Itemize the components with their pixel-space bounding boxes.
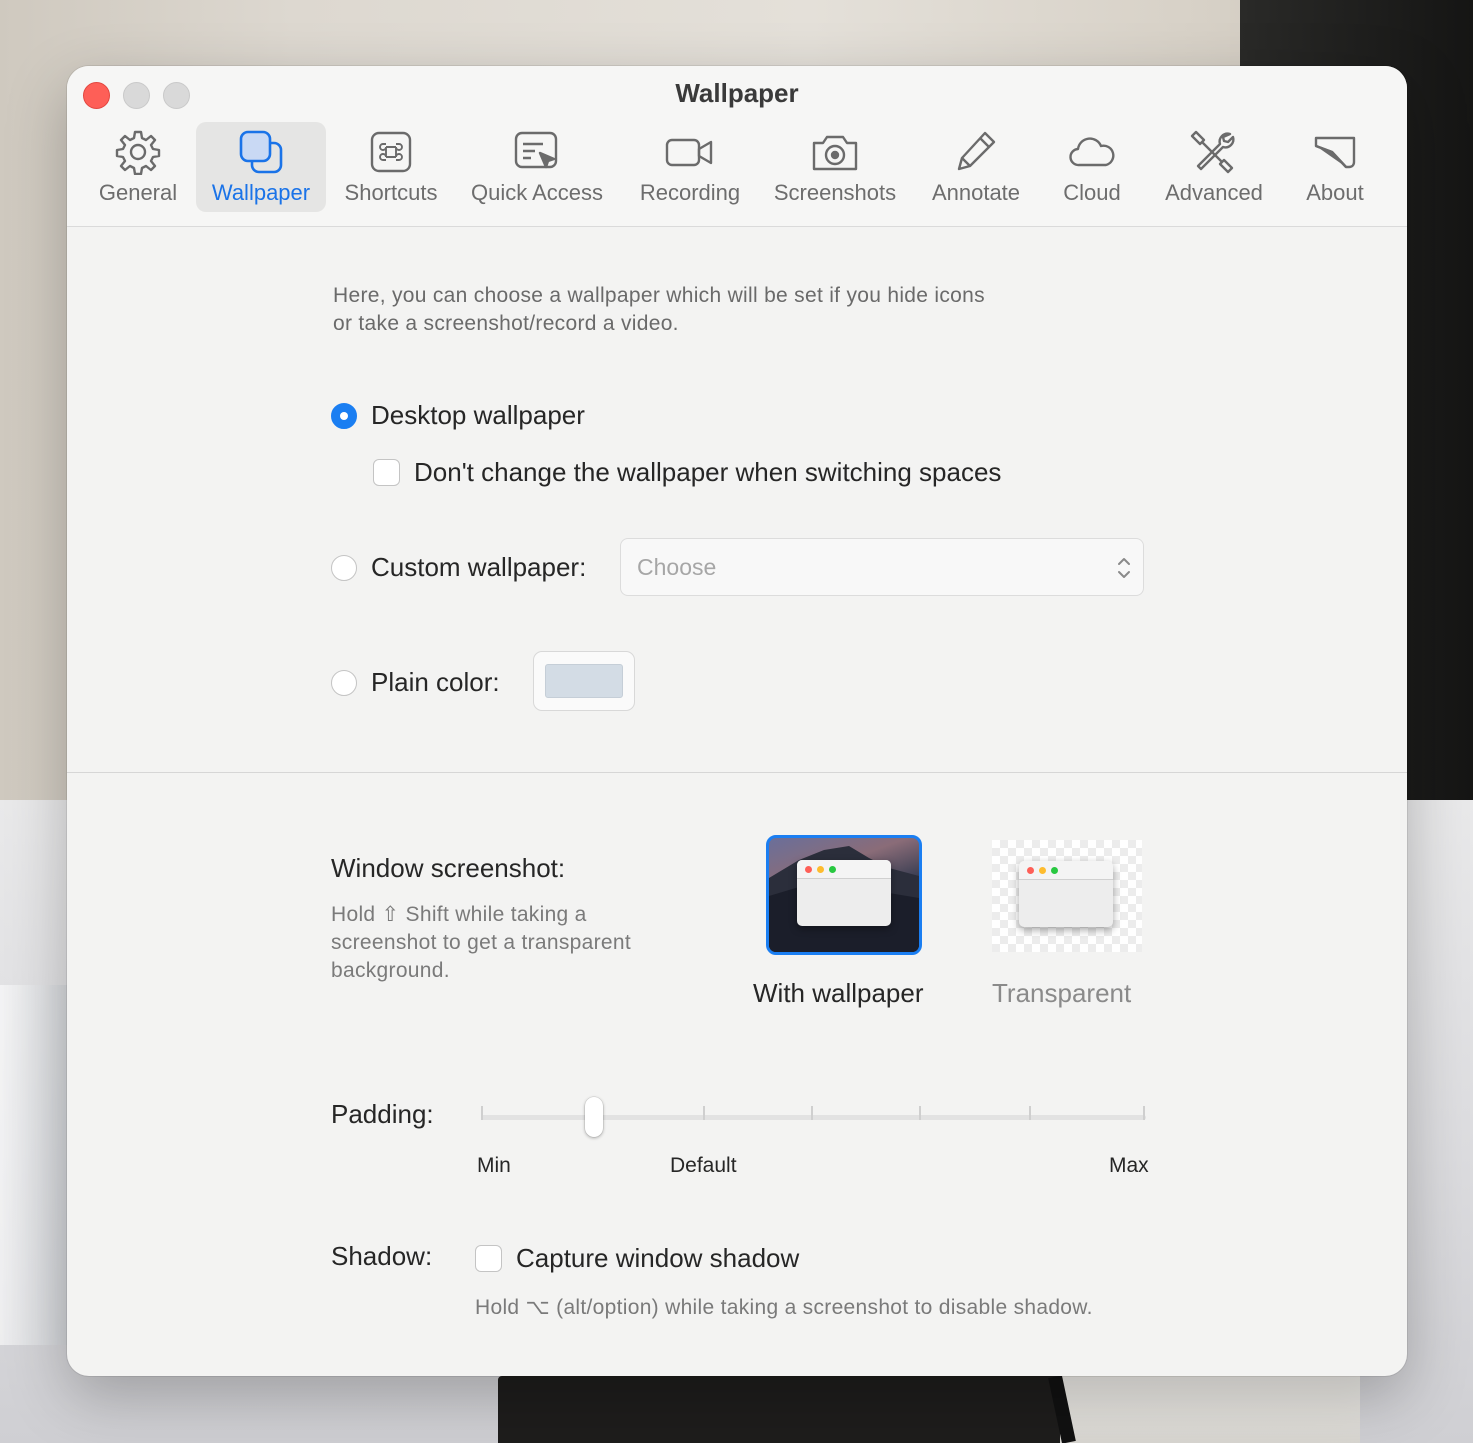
shadow-label: Shadow: bbox=[331, 1241, 433, 1271]
cloud-icon bbox=[1067, 128, 1117, 176]
slider-min-label: Min bbox=[477, 1154, 511, 1177]
background-book bbox=[498, 1376, 1360, 1443]
plain-color-radio[interactable] bbox=[331, 669, 357, 696]
tab-general[interactable]: General bbox=[90, 122, 186, 212]
with-wallpaper-thumbnail[interactable] bbox=[766, 835, 922, 955]
transparent-thumbnail[interactable] bbox=[992, 840, 1142, 952]
tab-wallpaper[interactable]: Wallpaper bbox=[196, 122, 326, 212]
window-screenshot-hint: Hold ⇧ Shift while taking a screenshot t… bbox=[331, 903, 631, 982]
desktop-wallpaper-label: Desktop wallpaper bbox=[371, 400, 585, 430]
mini-window-preview bbox=[1019, 861, 1113, 927]
tab-cloud[interactable]: Cloud bbox=[1051, 122, 1133, 212]
window-screenshot-section: Window screenshot: Hold ⇧ Shift while ta… bbox=[67, 773, 1407, 1376]
tools-icon bbox=[1189, 128, 1239, 176]
overlapping-squares-icon bbox=[236, 128, 286, 176]
chevron-updown-icon bbox=[1118, 558, 1130, 578]
slider-default-label: Default bbox=[670, 1154, 737, 1177]
slider-tick bbox=[1029, 1106, 1031, 1120]
tab-label: General bbox=[98, 180, 178, 205]
tab-shortcuts[interactable]: Shortcuts bbox=[335, 122, 447, 212]
titlebar: Wallpaper General Wallpaper Shortcuts Qu… bbox=[67, 66, 1407, 227]
slider-track bbox=[481, 1115, 1146, 1120]
padding-label: Padding: bbox=[331, 1099, 434, 1129]
with-wallpaper-caption[interactable]: With wallpaper bbox=[753, 978, 924, 1009]
tab-quick-access[interactable]: Quick Access bbox=[463, 122, 611, 212]
tab-recording[interactable]: Recording bbox=[633, 122, 747, 212]
tab-label: Recording bbox=[639, 180, 741, 205]
pencil-icon bbox=[951, 128, 1001, 176]
tab-label: Cloud bbox=[1063, 180, 1121, 205]
slider-tick bbox=[1143, 1106, 1145, 1120]
tab-label: Screenshots bbox=[773, 180, 897, 205]
tab-label: Wallpaper bbox=[211, 180, 311, 205]
tab-label: Quick Access bbox=[470, 180, 604, 205]
wallpaper-section: Here, you can choose a wallpaper which w… bbox=[67, 227, 1407, 772]
background-glass bbox=[0, 985, 74, 1345]
slider-max-label: Max bbox=[1109, 1154, 1149, 1177]
desktop-wallpaper-option[interactable]: Desktop wallpaper bbox=[331, 400, 585, 431]
capture-shadow-option[interactable]: Capture window shadow bbox=[475, 1243, 799, 1274]
padding-slider[interactable] bbox=[481, 1097, 1146, 1137]
tab-annotate[interactable]: Annotate bbox=[925, 122, 1027, 212]
quick-access-icon bbox=[512, 128, 562, 176]
slider-tick bbox=[481, 1106, 483, 1120]
shadow-hint: Hold ⌥ (alt/option) while taking a scree… bbox=[475, 1296, 1093, 1319]
plain-color-label: Plain color: bbox=[371, 667, 500, 697]
tab-advanced[interactable]: Advanced bbox=[1155, 122, 1273, 212]
slider-knob[interactable] bbox=[585, 1097, 603, 1137]
dont-change-option[interactable]: Don't change the wallpaper when switchin… bbox=[373, 457, 1001, 488]
tab-screenshots[interactable]: Screenshots bbox=[767, 122, 903, 212]
tab-label: Advanced bbox=[1165, 180, 1263, 205]
slider-tick bbox=[811, 1106, 813, 1120]
color-swatch bbox=[545, 664, 623, 698]
gear-icon bbox=[113, 128, 163, 176]
video-camera-icon bbox=[665, 128, 715, 176]
preferences-toolbar: General Wallpaper Shortcuts Quick Access… bbox=[67, 122, 1407, 214]
custom-wallpaper-radio[interactable] bbox=[331, 554, 357, 581]
tab-label: Shortcuts bbox=[344, 180, 438, 205]
mini-window-preview bbox=[797, 860, 891, 926]
plain-color-option[interactable]: Plain color: bbox=[331, 667, 500, 698]
tab-about[interactable]: About bbox=[1295, 122, 1375, 212]
slider-tick bbox=[703, 1106, 705, 1120]
custom-wallpaper-select[interactable]: Choose bbox=[620, 538, 1144, 596]
transparent-caption[interactable]: Transparent bbox=[992, 978, 1131, 1009]
command-key-icon bbox=[366, 128, 416, 176]
about-icon bbox=[1310, 128, 1360, 176]
preferences-window: Wallpaper General Wallpaper Shortcuts Qu… bbox=[67, 66, 1407, 1376]
custom-wallpaper-option[interactable]: Custom wallpaper: bbox=[331, 552, 586, 583]
intro-text: Here, you can choose a wallpaper which w… bbox=[333, 284, 985, 335]
dont-change-checkbox[interactable] bbox=[373, 459, 400, 486]
window-screenshot-title: Window screenshot: bbox=[331, 853, 566, 883]
select-placeholder: Choose bbox=[637, 554, 717, 580]
camera-icon bbox=[810, 128, 860, 176]
custom-wallpaper-label: Custom wallpaper: bbox=[371, 552, 587, 582]
dont-change-label: Don't change the wallpaper when switchin… bbox=[414, 457, 1002, 487]
capture-shadow-label: Capture window shadow bbox=[516, 1243, 800, 1273]
capture-shadow-checkbox[interactable] bbox=[475, 1245, 502, 1272]
desktop-wallpaper-radio[interactable] bbox=[331, 402, 357, 429]
slider-tick bbox=[919, 1106, 921, 1120]
tab-label: About bbox=[1306, 180, 1364, 205]
color-well[interactable] bbox=[533, 651, 635, 711]
tab-label: Annotate bbox=[931, 180, 1021, 205]
window-title: Wallpaper bbox=[675, 78, 799, 108]
